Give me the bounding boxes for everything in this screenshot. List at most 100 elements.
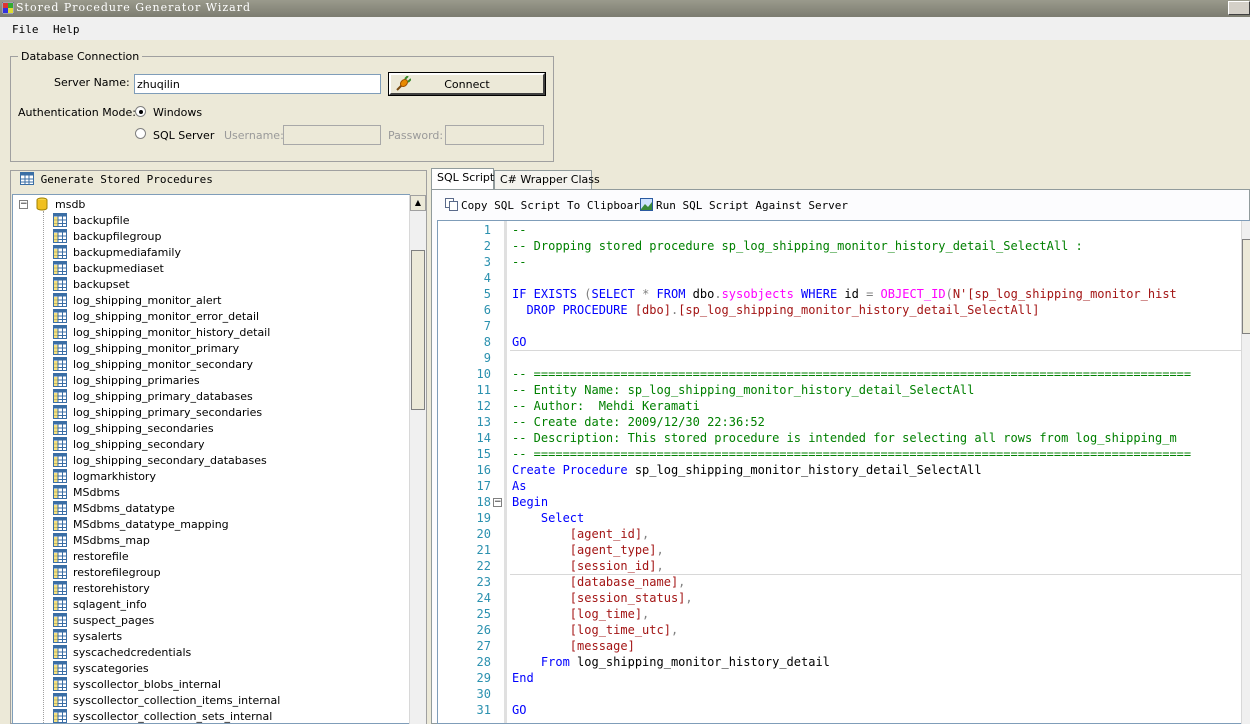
tree-node-table[interactable]: MSdbms_datatype [13,500,409,516]
line-number: 12 [476,399,491,413]
code-text: [log_time], [569,607,650,621]
table-icon [53,517,67,531]
tree-node-table[interactable]: sqlagent_info [13,596,409,612]
scroll-up-arrow-icon[interactable]: ▲ [410,195,426,211]
code-text: -- =====================================… [512,367,1192,381]
code-text: -- =====================================… [512,447,1192,461]
code-line: 27 [message] [438,639,1249,655]
line-number: 29 [476,671,491,685]
table-name: MSdbms [73,486,120,499]
line-number: 15 [476,447,491,461]
code-line: 15 -- ===================================… [438,447,1249,463]
copy-script-button[interactable]: Copy SQL Script To Clipboard [445,198,646,212]
table-name: MSdbms_datatype_mapping [73,518,229,531]
table-icon [53,213,67,227]
tree-node-table[interactable]: log_shipping_secondaries [13,420,409,436]
window-title: Stored Procedure Generator Wizard [16,1,252,14]
tree-node-table[interactable]: log_shipping_primaries [13,372,409,388]
tree-node-table[interactable]: log_shipping_secondary_databases [13,452,409,468]
code-line: 4 [438,271,1249,287]
tree-node-table[interactable]: MSdbms [13,484,409,500]
tree-node-table[interactable]: backupmediaset [13,260,409,276]
table-icon [20,172,34,185]
tree-node-table[interactable]: log_shipping_monitor_alert [13,292,409,308]
password-input[interactable] [445,125,544,145]
tree-node-table[interactable]: backupset [13,276,409,292]
code-text: Select [540,511,585,525]
tree-node-table[interactable]: restorefile [13,548,409,564]
line-number: 13 [476,415,491,429]
connect-button[interactable]: Connect [388,72,546,96]
username-label: Username: [224,129,284,142]
tree-node-table[interactable]: backupfilegroup [13,228,409,244]
tree-node-table[interactable]: sysalerts [13,628,409,644]
table-name: restorehistory [73,582,150,595]
table-icon [53,453,67,467]
tree-node-table[interactable]: suspect_pages [13,612,409,628]
table-name: syscollector_collection_sets_internal [73,710,273,723]
tree-node-table[interactable]: restorefilegroup [13,564,409,580]
block-separator [510,574,1249,575]
tree-node-table[interactable]: backupmediafamily [13,244,409,260]
tree-node-table[interactable]: syscachedcredentials [13,644,409,660]
tree-node-table[interactable]: syscollector_collection_items_internal [13,692,409,708]
tree-scrollbar[interactable]: ▲ [409,195,426,724]
tree-node-table[interactable]: log_shipping_secondary [13,436,409,452]
server-name-input[interactable]: zhuqilin [134,74,381,94]
code-line: 9 [438,351,1249,367]
tree-node-table[interactable]: log_shipping_primary_databases [13,388,409,404]
tree-node-table[interactable]: MSdbms_datatype_mapping [13,516,409,532]
sql-code-editor[interactable]: 1 -- 2 -- Dropping stored procedure sp_log_… [437,220,1250,724]
menu-file[interactable]: File [12,23,39,36]
tree-node-table[interactable]: log_shipping_monitor_secondary [13,356,409,372]
tree-node-table[interactable]: restorehistory [13,580,409,596]
code-scroll-thumb[interactable] [1242,239,1250,334]
tree-node-table[interactable]: MSdbms_map [13,532,409,548]
windows-radio[interactable] [135,106,146,117]
tree-node-table[interactable]: backupfile [13,212,409,228]
code-line: 18 Begin [438,495,1249,511]
table-name: suspect_pages [73,614,155,627]
table-icon [53,629,67,643]
line-number: 16 [476,463,491,477]
code-line: 14 -- Description: This stored procedure … [438,431,1249,447]
scroll-thumb[interactable] [411,250,425,410]
table-tree[interactable]: − msdb backupfile backupfilegroup backupme… [12,194,410,724]
tree-node-table[interactable]: syscollector_blobs_internal [13,676,409,692]
collapse-icon[interactable]: − [19,200,28,209]
tree-node-table[interactable]: syscategories [13,660,409,676]
run-script-button[interactable]: Run SQL Script Against Server [640,198,848,212]
table-icon [53,661,67,675]
tree-node-database[interactable]: − msdb [13,196,409,212]
code-line: 3 -- [438,255,1249,271]
code-text: [session_id], [569,559,664,573]
code-line: 23 [database_name], [438,575,1249,591]
code-text: -- [512,223,527,237]
tree-node-table[interactable]: log_shipping_monitor_primary [13,340,409,356]
tree-node-table[interactable]: logmarkhistory [13,468,409,484]
table-name: sysalerts [73,630,123,643]
table-name: log_shipping_monitor_alert [73,294,222,307]
line-number: 23 [476,575,491,589]
code-text: DROP PROCEDURE [dbo].[sp_log_shipping_mo… [526,303,1040,317]
tab-csharp-wrapper[interactable]: C# Wrapper Class [494,170,600,189]
tree-node-table[interactable]: syscollector_collection_sets_internal [13,708,409,723]
fold-collapse-icon[interactable]: − [493,498,502,507]
table-icon [53,437,67,451]
sql-server-radio[interactable] [135,128,146,139]
tree-node-table[interactable]: log_shipping_monitor_history_detail [13,324,409,340]
menu-help[interactable]: Help [53,23,80,36]
server-name-label: Server Name: [54,76,130,89]
tab-sql-script[interactable]: SQL Script [431,168,494,189]
code-line: 13 -- Create date: 2009/12/30 22:36:52 [438,415,1249,431]
code-text: IF EXISTS (SELECT * FROM dbo.sysobjects … [512,287,1177,301]
code-line: 29 End [438,671,1249,687]
tree-node-table[interactable]: log_shipping_monitor_error_detail [13,308,409,324]
code-scrollbar[interactable] [1241,221,1250,724]
tree-node-table[interactable]: log_shipping_primary_secondaries [13,404,409,420]
minimize-button[interactable] [1228,1,1250,15]
code-line: 8 GO [438,335,1249,351]
username-input[interactable] [283,125,381,145]
code-line: 30 [438,687,1249,703]
copy-script-label: Copy SQL Script To Clipboard [461,199,647,212]
